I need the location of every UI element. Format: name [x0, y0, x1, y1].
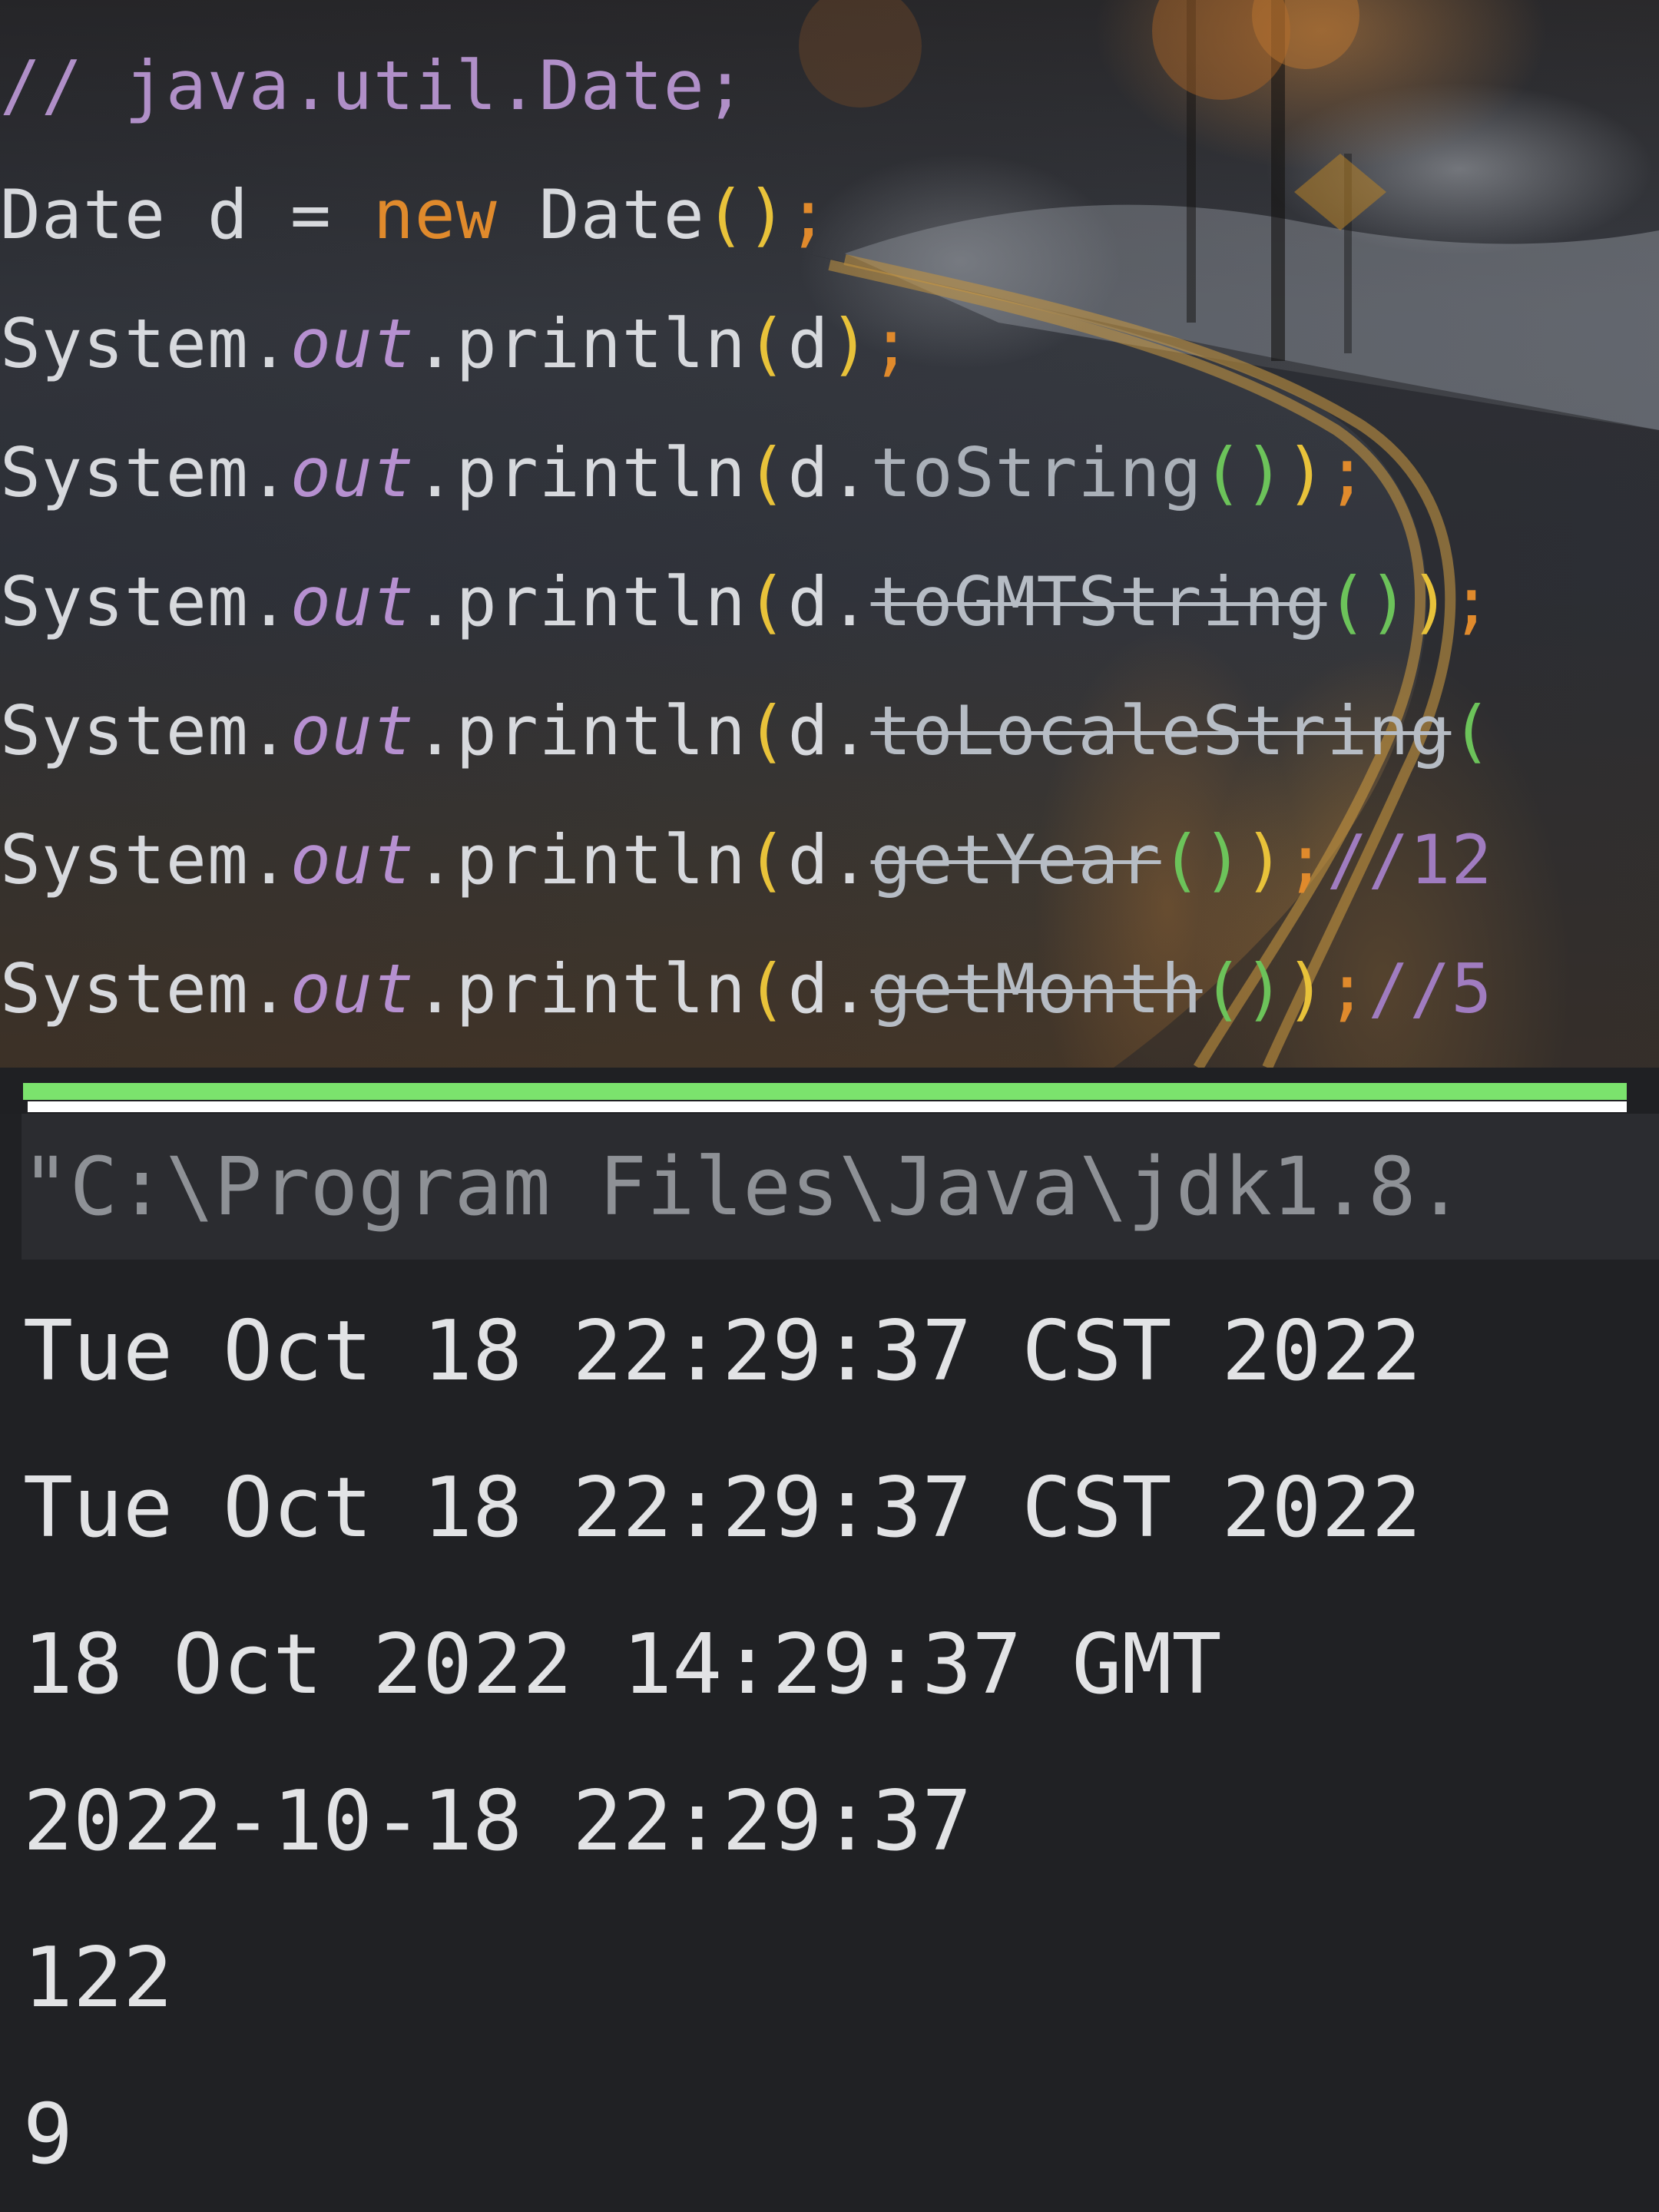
- code-line[interactable]: System.out.println(d.getYear());//12: [0, 796, 1659, 925]
- code-token-p1: ): [1285, 949, 1327, 1028]
- code-token-plain: .println: [414, 304, 747, 383]
- code-token-static: out: [290, 820, 415, 899]
- divider-accent-line: [23, 1083, 1627, 1100]
- code-token-p2: (): [1326, 562, 1410, 641]
- code-token-semi: ;: [787, 175, 830, 254]
- code-line[interactable]: System.out.println(d.toLocaleString(: [0, 667, 1659, 796]
- code-token-plain: Date d =: [0, 175, 373, 254]
- code-editor[interactable]: // java.util.Date; Date d = new Date(); Sy…: [0, 0, 1659, 1068]
- console-output-line: 18 Oct 2022 14:29:37 GMT: [23, 1617, 1222, 1713]
- code-token-plain: System.: [0, 304, 290, 383]
- code-token-p1: (): [704, 175, 788, 254]
- code-line[interactable]: System.out.println(d.toGMTString());: [0, 538, 1659, 667]
- code-token-plain: System.: [0, 691, 290, 770]
- code-token-semi: ;: [1285, 820, 1327, 899]
- code-token-plain: System.: [0, 820, 290, 899]
- run-console[interactable]: "C:\Program Files\Java\jdk1.8. Tue Oct 1…: [0, 1114, 1659, 2212]
- code-token-depr: getYear: [870, 820, 1161, 899]
- code-token-comment: // java.util.Date;: [0, 46, 747, 125]
- code-token-static: out: [290, 304, 415, 383]
- code-token-kw: new: [373, 175, 498, 254]
- code-token-p2: (: [1451, 691, 1493, 770]
- code-token-plain: Date: [497, 175, 705, 254]
- console-output-line: 122: [23, 1930, 174, 2026]
- code-token-p1: (: [746, 433, 788, 512]
- code-line[interactable]: Date d = new Date();: [0, 151, 1659, 280]
- code-line[interactable]: System.out.println(d);: [0, 280, 1659, 409]
- code-token-plain: .println: [414, 691, 747, 770]
- code-token-plain: .println: [414, 820, 747, 899]
- code-token-static: out: [290, 949, 415, 1028]
- code-token-p1: ): [829, 304, 871, 383]
- code-token-plain: .println: [414, 562, 747, 641]
- console-output-line: Tue Oct 18 22:29:37 CST 2022: [23, 1460, 1422, 1556]
- code-token-static: out: [290, 562, 415, 641]
- code-token-semi: ;: [1451, 562, 1493, 641]
- code-token-p1: (: [746, 691, 788, 770]
- code-token-plain: d.: [787, 433, 871, 512]
- code-token-depr: toLocaleString: [870, 691, 1452, 770]
- panel-divider[interactable]: [23, 1083, 1627, 1112]
- console-output-line: 2022-10-18 22:29:37: [23, 1773, 972, 1869]
- code-line[interactable]: System.out.println(d.getMonth());//5: [0, 925, 1659, 1054]
- code-token-method: toString: [870, 433, 1203, 512]
- code-line[interactable]: // java.util.Date;: [0, 22, 1659, 151]
- code-token-plain: System.: [0, 562, 290, 641]
- code-token-p1: (: [746, 304, 788, 383]
- code-token-p1: ): [1409, 562, 1452, 641]
- code-token-plain: d.: [787, 691, 871, 770]
- code-token-semi: ;: [1326, 433, 1369, 512]
- code-token-p1: (: [746, 820, 788, 899]
- code-token-plain: .println: [414, 433, 747, 512]
- code-token-plain: .println: [414, 949, 747, 1028]
- code-token-static: out: [290, 691, 415, 770]
- console-output-line: Tue Oct 18 22:29:37 CST 2022: [23, 1303, 1422, 1399]
- code-line[interactable]: System.out.println(d.toString());: [0, 409, 1659, 538]
- code-token-p1: ): [1285, 433, 1327, 512]
- console-command-line: "C:\Program Files\Java\jdk1.8.: [22, 1114, 1659, 1260]
- code-token-depr: toGMTString: [870, 562, 1327, 641]
- code-token-plain: System.: [0, 433, 290, 512]
- code-token-p1: (: [746, 562, 788, 641]
- console-output-line: 9: [23, 2087, 74, 2183]
- code-token-inline-comment: //5: [1368, 949, 1493, 1028]
- code-token-semi: ;: [870, 304, 912, 383]
- code-token-inline-comment: //12: [1326, 820, 1493, 899]
- code-token-plain: d.: [787, 820, 871, 899]
- code-token-plain: d: [787, 304, 830, 383]
- code-token-p1: ): [1243, 820, 1286, 899]
- code-token-p1: (: [746, 949, 788, 1028]
- code-token-semi: ;: [1326, 949, 1369, 1028]
- divider-highlight-line: [28, 1101, 1627, 1112]
- code-token-depr: getMonth: [870, 949, 1203, 1028]
- code-token-p2: (): [1202, 949, 1286, 1028]
- code-token-plain: System.: [0, 949, 290, 1028]
- code-token-static: out: [290, 433, 415, 512]
- code-token-plain: d.: [787, 562, 871, 641]
- code-token-plain: d.: [787, 949, 871, 1028]
- code-token-p2: (): [1202, 433, 1286, 512]
- code-token-p2: (): [1161, 820, 1244, 899]
